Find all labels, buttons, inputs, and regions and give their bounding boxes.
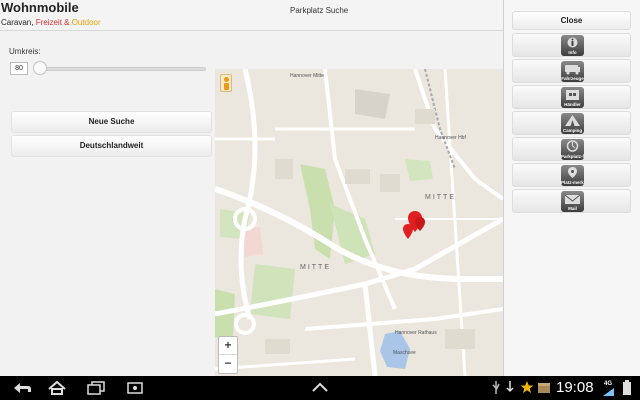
page-title: Parkplatz Suche	[290, 6, 349, 15]
app-subtitle: Caravan, Freizeit & Outdoor	[1, 18, 101, 27]
germany-wide-button[interactable]: Deutschlandweit	[11, 135, 212, 157]
subtitle-caravan: Caravan,	[1, 18, 36, 27]
vehicles-icon: Fahrzeuge	[561, 61, 584, 82]
app-window: Wohnmobile Caravan, Freizeit & Outdoor P…	[0, 0, 640, 400]
svg-text:Hannover Mitte: Hannover Mitte	[290, 73, 324, 79]
dealer-icon: Händler	[561, 87, 584, 108]
svg-text:Maschsee: Maschsee	[393, 350, 416, 356]
recent-apps-icon[interactable]	[86, 380, 106, 396]
svg-text:Hannover Hbf: Hannover Hbf	[435, 135, 466, 141]
spot-marker-icon: Platz-merker	[561, 165, 584, 186]
screenshot-icon[interactable]	[126, 380, 146, 396]
side-menu: Close Info Fahrzeuge Händler Camping Par…	[503, 0, 640, 376]
clock: 19:08	[556, 379, 594, 396]
usb-icon	[492, 381, 500, 394]
mail-icon: Mail	[561, 191, 584, 212]
map-view[interactable]: MITTE MITTE Hannover Mitte Hannover Hbf …	[215, 69, 503, 376]
network-type: 4G	[604, 381, 613, 387]
radius-slider-handle[interactable]	[33, 61, 47, 75]
camping-icon: Camping	[561, 113, 584, 134]
system-navigation-bar: 19:08 4G	[0, 376, 640, 400]
header-bar: Wohnmobile Caravan, Freizeit & Outdoor P…	[0, 0, 503, 31]
zoom-control: + −	[218, 336, 238, 374]
menu-up-icon[interactable]	[310, 380, 330, 396]
menu-item-mail[interactable]: Mail	[512, 189, 631, 213]
menu-item-spot-marker[interactable]: Platz-merker	[512, 163, 631, 187]
app-title: Wohnmobile	[1, 0, 79, 15]
svg-text:Hannover Rathaus: Hannover Rathaus	[395, 330, 437, 336]
star-icon	[520, 381, 534, 393]
new-search-button[interactable]: Neue Suche	[11, 111, 212, 133]
zoom-out-button[interactable]: −	[219, 355, 237, 373]
box-icon	[538, 383, 550, 393]
menu-item-vehicles[interactable]: Fahrzeuge	[512, 59, 631, 83]
menu-item-parking-finder[interactable]: Parkplatz-finder	[512, 137, 631, 161]
zoom-in-button[interactable]: +	[219, 337, 237, 355]
subtitle-outdoor: Outdoor	[71, 18, 101, 27]
svg-text:MITTE: MITTE	[425, 194, 456, 201]
search-panel	[0, 32, 215, 376]
parking-finder-icon: Parkplatz-finder	[561, 139, 584, 160]
signal-icon	[603, 388, 614, 396]
svg-text:MITTE: MITTE	[300, 264, 331, 271]
map-tiles: MITTE MITTE Hannover Mitte Hannover Hbf …	[215, 69, 503, 376]
radius-slider[interactable]	[36, 67, 206, 71]
menu-item-camping[interactable]: Camping	[512, 111, 631, 135]
close-button[interactable]: Close	[512, 11, 631, 30]
notification-icon	[506, 381, 514, 393]
street-view-pegman-icon[interactable]	[220, 74, 232, 92]
subtitle-freizeit: Freizeit &	[35, 18, 72, 27]
info-icon: Info	[561, 35, 584, 56]
radius-label: Umkreis:	[9, 47, 41, 56]
radius-value-field[interactable]: 80	[10, 62, 28, 75]
home-icon[interactable]	[46, 380, 68, 396]
menu-item-dealer[interactable]: Händler	[512, 85, 631, 109]
back-icon[interactable]	[10, 380, 34, 396]
menu-item-info[interactable]: Info	[512, 33, 631, 57]
battery-icon	[623, 380, 631, 395]
